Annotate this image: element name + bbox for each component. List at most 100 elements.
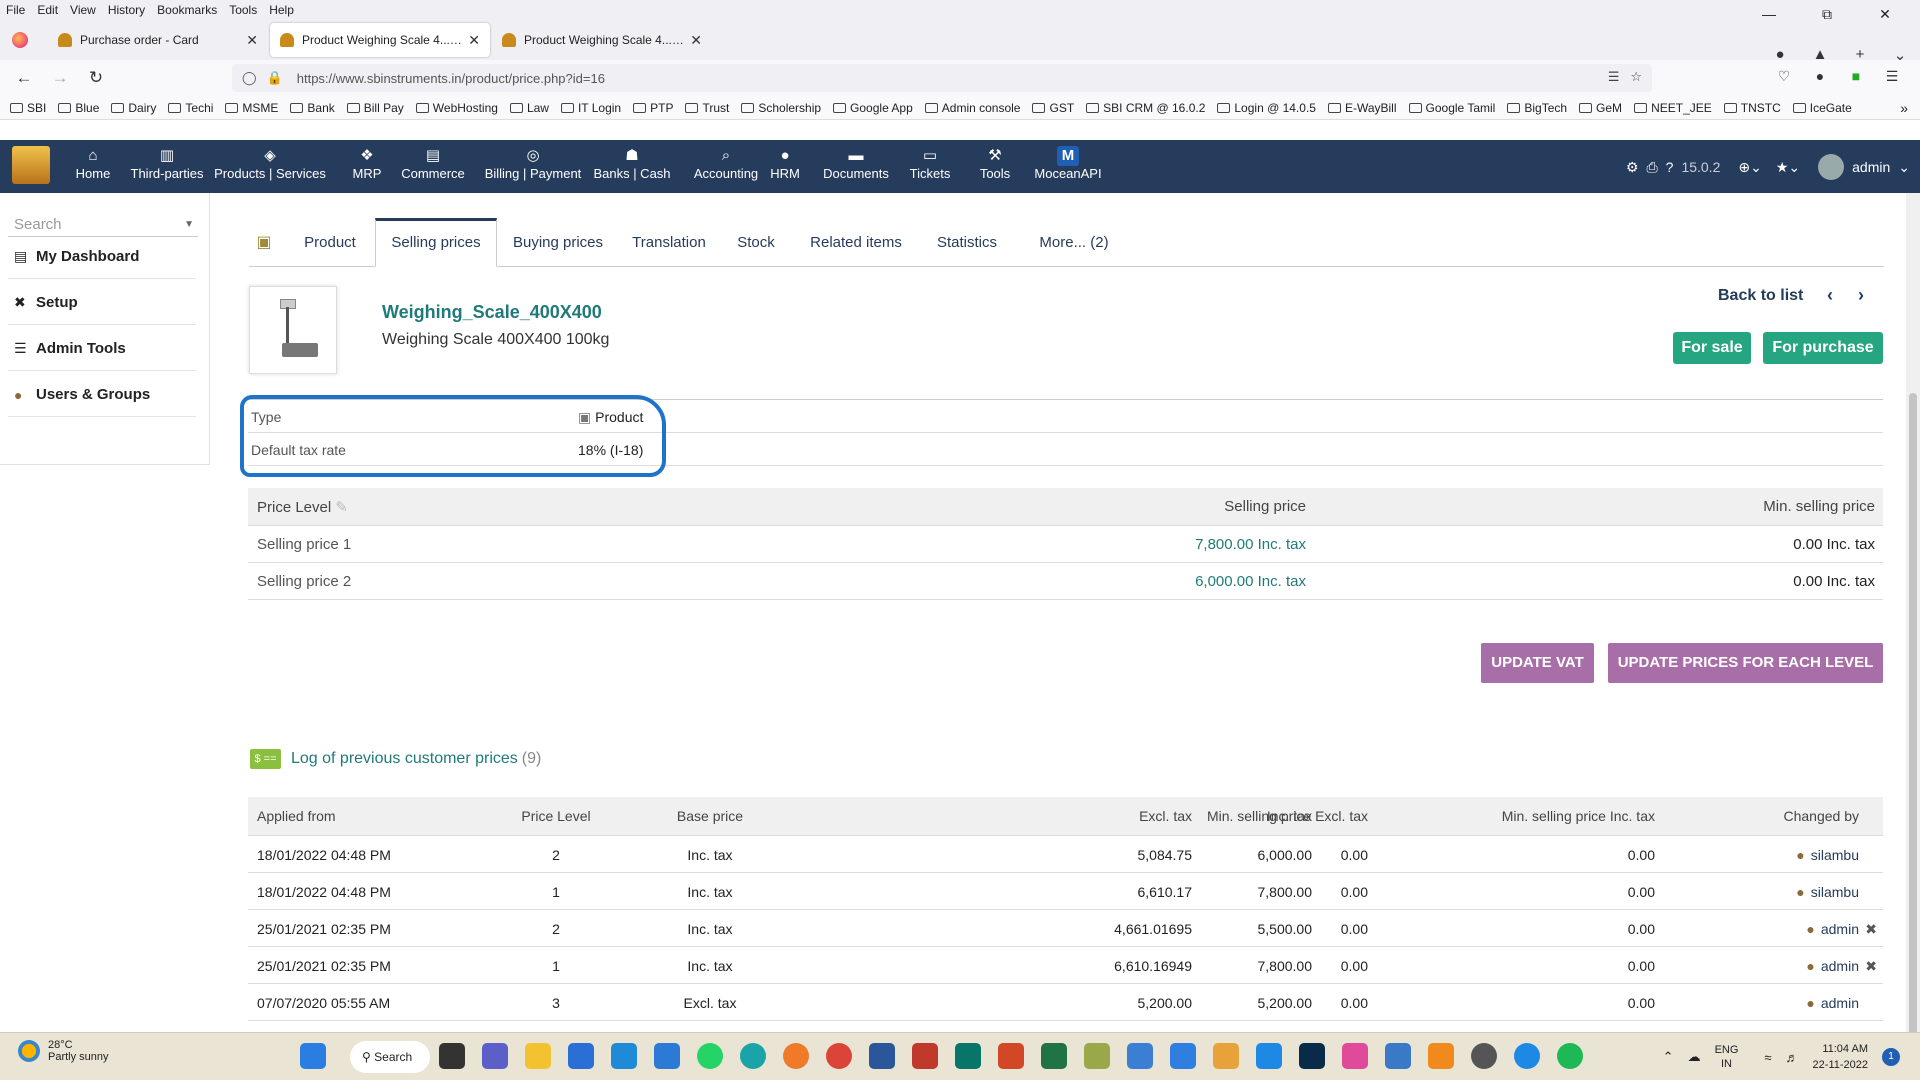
publisher-icon[interactable] bbox=[955, 1043, 981, 1069]
changed-by-cell[interactable]: ● admin bbox=[1806, 921, 1859, 937]
pocket-icon[interactable]: ♡ bbox=[1766, 68, 1802, 85]
browser-tab-purchase-order[interactable]: Purchase order - Card ✕ bbox=[48, 23, 268, 57]
app-icon[interactable] bbox=[1084, 1043, 1110, 1069]
bookmark-item[interactable]: Trust bbox=[685, 101, 729, 115]
bookmark-item[interactable]: SBI bbox=[10, 101, 46, 115]
app-icon[interactable] bbox=[611, 1043, 637, 1069]
main-menu-home[interactable]: ⌂ Home bbox=[70, 140, 116, 193]
browser-tab-buying-prices[interactable]: Product Weighing Scale 4... - Bu ✕ bbox=[492, 23, 712, 57]
menu-view[interactable]: View bbox=[70, 3, 96, 17]
company-logo[interactable] bbox=[12, 146, 50, 184]
bookmarks-overflow-icon[interactable]: » bbox=[1900, 100, 1908, 116]
tray-chevron-icon[interactable]: ⌃ bbox=[1663, 1049, 1674, 1065]
bookmark-item[interactable]: MSME bbox=[225, 101, 278, 115]
main-menu-banks-cash[interactable]: ☗ Banks | Cash bbox=[590, 140, 674, 193]
app-star-icon[interactable] bbox=[912, 1043, 938, 1069]
menu-tools[interactable]: Tools bbox=[229, 3, 257, 17]
windows-start-icon[interactable] bbox=[300, 1043, 326, 1069]
next-record-icon[interactable]: › bbox=[1858, 285, 1864, 306]
dollar-extension-icon[interactable]: ● bbox=[1802, 68, 1838, 85]
sidebar-item-users-groups[interactable]: ● Users & Groups bbox=[8, 373, 196, 417]
product-photo[interactable] bbox=[249, 286, 337, 374]
hamburger-menu-icon[interactable]: ☰ bbox=[1874, 68, 1910, 85]
selling-price-link[interactable]: 7,800.00 Inc. tax bbox=[1195, 536, 1306, 553]
reader-bookmark-icons[interactable]: ☰ ☆ bbox=[1608, 69, 1642, 85]
tab-more[interactable]: More... (2) bbox=[1027, 218, 1121, 267]
back-icon[interactable]: ← bbox=[6, 68, 42, 88]
powerpoint-icon[interactable] bbox=[998, 1043, 1024, 1069]
bookmark-item[interactable]: Bank bbox=[290, 101, 335, 115]
close-tab-icon[interactable]: ✕ bbox=[246, 32, 258, 49]
forward-icon[interactable]: → bbox=[42, 68, 78, 88]
taskbar-search[interactable]: ⚲ Search bbox=[350, 1041, 430, 1073]
bookmark-star-icon[interactable]: ★⌄ bbox=[1776, 159, 1800, 176]
sidebar-item-setup[interactable]: ✖ Setup bbox=[8, 281, 196, 325]
main-menu-tickets[interactable]: ▭ Tickets bbox=[904, 140, 956, 193]
store-icon[interactable] bbox=[568, 1043, 594, 1069]
main-menu-billing-payment[interactable]: ◎ Billing | Payment bbox=[478, 140, 588, 193]
tab-selling-prices[interactable]: Selling prices bbox=[375, 218, 497, 267]
tab-related-items[interactable]: Related items bbox=[801, 218, 911, 267]
bookmark-item[interactable]: TNSTC bbox=[1723, 101, 1781, 115]
bookmark-item[interactable]: Google Tamil bbox=[1408, 101, 1495, 115]
sublime-icon[interactable] bbox=[1428, 1043, 1454, 1069]
selling-price-link[interactable]: 6,000.00 Inc. tax bbox=[1195, 573, 1306, 590]
main-menu-commerce[interactable]: ▤ Commerce bbox=[398, 140, 468, 193]
language-indicator[interactable]: ENG IN bbox=[1715, 1043, 1739, 1071]
tab-buying-prices[interactable]: Buying prices bbox=[503, 218, 613, 267]
quick-add-icon[interactable]: ⊕⌄ bbox=[1738, 159, 1761, 176]
cloud-icon[interactable]: ☁ bbox=[1688, 1049, 1701, 1065]
word-icon[interactable] bbox=[869, 1043, 895, 1069]
previous-record-icon[interactable]: ‹ bbox=[1827, 285, 1833, 306]
menu-edit[interactable]: Edit bbox=[37, 3, 58, 17]
firefox-icon[interactable] bbox=[12, 32, 28, 48]
menu-bookmarks[interactable]: Bookmarks bbox=[157, 3, 217, 17]
changed-by-cell[interactable]: ● admin bbox=[1806, 995, 1859, 1011]
bookmark-item[interactable]: E-WayBill bbox=[1327, 101, 1397, 115]
app-icon[interactable] bbox=[1256, 1043, 1282, 1069]
bookmark-item[interactable]: NEET_JEE bbox=[1634, 101, 1712, 115]
browser-tab-selling-prices[interactable]: Product Weighing Scale 4... - Se ✕ bbox=[270, 23, 490, 57]
main-menu-hrm[interactable]: ● HRM bbox=[768, 140, 802, 193]
edge-icon[interactable] bbox=[740, 1043, 766, 1069]
main-menu-moceanapi[interactable]: M MoceanAPI bbox=[1028, 140, 1108, 193]
for-sale-badge[interactable]: For sale bbox=[1673, 332, 1751, 364]
main-menu-documents[interactable]: ▬ Documents bbox=[817, 140, 895, 193]
print-icon[interactable]: ⎙ bbox=[1646, 159, 1657, 176]
todo-icon[interactable] bbox=[1170, 1043, 1196, 1069]
mail-icon[interactable] bbox=[654, 1043, 680, 1069]
lock-icon[interactable]: 🔒 bbox=[267, 70, 283, 86]
sidebar-item-dashboard[interactable]: ▤ My Dashboard bbox=[8, 235, 196, 279]
url-bar[interactable]: ◯ 🔒 https://www.sbinstruments.in/product… bbox=[232, 64, 1652, 92]
delete-trash-icon[interactable]: ✖ bbox=[1865, 958, 1877, 975]
teams-icon[interactable] bbox=[482, 1043, 508, 1069]
for-purchase-badge[interactable]: For purchase bbox=[1763, 332, 1883, 364]
tab-product[interactable]: Product bbox=[291, 218, 369, 267]
menu-help[interactable]: Help bbox=[269, 3, 294, 17]
menu-history[interactable]: History bbox=[108, 3, 145, 17]
bookmark-item[interactable]: Law bbox=[509, 101, 549, 115]
help-app-icon[interactable] bbox=[1514, 1043, 1540, 1069]
firefox-taskbar-icon[interactable] bbox=[783, 1043, 809, 1069]
bug-icon[interactable]: ⚙ bbox=[1626, 159, 1639, 176]
bookmark-item[interactable]: SBI CRM @ 16.0.2 bbox=[1086, 101, 1205, 115]
wifi-icon[interactable]: ≈ bbox=[1764, 1050, 1771, 1065]
help-icon[interactable]: ? bbox=[1666, 159, 1674, 175]
main-menu-third-parties[interactable]: ▥ Third-parties bbox=[128, 140, 206, 193]
excel-icon[interactable] bbox=[1041, 1043, 1067, 1069]
bookmark-item[interactable]: Admin console bbox=[924, 101, 1020, 115]
bookmark-item[interactable]: Scholership bbox=[741, 101, 821, 115]
update-vat-button[interactable]: UPDATE VAT bbox=[1481, 643, 1594, 683]
clock[interactable]: 11:04 AM 22-11-2022 bbox=[1813, 1041, 1868, 1073]
spotify-icon[interactable] bbox=[1557, 1043, 1583, 1069]
page-scrollbar[interactable] bbox=[1906, 193, 1920, 1043]
main-menu-mrp[interactable]: ❖ MRP bbox=[345, 140, 389, 193]
delete-trash-icon[interactable]: ✖ bbox=[1865, 921, 1877, 938]
volume-icon[interactable]: ♬ bbox=[1786, 1050, 1799, 1065]
bookmark-item[interactable]: PTP bbox=[633, 101, 673, 115]
bookmark-item[interactable]: IceGate bbox=[1792, 101, 1852, 115]
main-menu-tools[interactable]: ⚒ Tools bbox=[973, 140, 1017, 193]
bookmark-item[interactable]: Blue bbox=[58, 101, 99, 115]
app-icon[interactable] bbox=[1127, 1043, 1153, 1069]
main-menu-products-services[interactable]: ◈ Products | Services bbox=[206, 140, 334, 193]
